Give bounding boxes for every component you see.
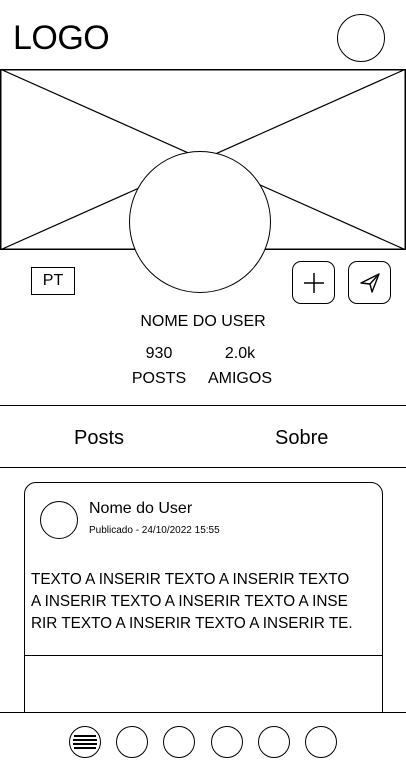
post-text-line: TEXTO A INSERIR TEXTO A INSERIR TEXTO	[31, 571, 350, 588]
nav-menu-button[interactable]	[69, 726, 101, 758]
tabs-bottom-divider	[0, 467, 406, 468]
nav-circle-icon[interactable]	[163, 726, 195, 758]
language-selector[interactable]: PT	[31, 267, 75, 295]
send-icon	[359, 272, 380, 293]
post-text-line: A INSERIR TEXTO A INSERIR TEXTO A INSE	[31, 593, 348, 610]
post-body: TEXTO A INSERIR TEXTO A INSERIR TEXTO A …	[31, 569, 377, 635]
nav-circle-icon[interactable]	[305, 726, 337, 758]
add-friend-button[interactable]	[292, 261, 335, 304]
post-text-line: RIR TEXTO A INSERIR TEXTO A INSERIR TE.	[31, 615, 353, 632]
logo[interactable]: LOGO	[13, 18, 110, 58]
post-author-name[interactable]: Nome do User	[89, 499, 192, 519]
send-message-button[interactable]	[348, 261, 391, 304]
nav-circle-icon[interactable]	[258, 726, 290, 758]
user-avatar-icon[interactable]	[337, 14, 385, 62]
menu-icon	[73, 735, 97, 749]
post-author-avatar[interactable]	[40, 501, 78, 539]
posts-count-label: POSTS	[131, 370, 187, 387]
nav-circle-icon[interactable]	[211, 726, 243, 758]
friends-count: 2.0k	[224, 345, 256, 362]
tab-about[interactable]: Sobre	[275, 425, 328, 451]
friends-count-label: AMIGOS	[207, 370, 272, 387]
nav-circle-icon[interactable]	[116, 726, 148, 758]
post-divider	[24, 655, 383, 656]
post-timestamp: Publicado - 24/10/2022 15:55	[89, 525, 220, 536]
tab-posts[interactable]: Posts	[74, 425, 124, 451]
posts-count: 930	[145, 345, 173, 362]
profile-picture[interactable]	[129, 151, 271, 293]
tabs-top-divider	[0, 405, 406, 406]
profile-username: NOME DO USER	[140, 313, 266, 330]
bottom-navigation	[0, 712, 406, 768]
plus-icon	[303, 272, 324, 293]
